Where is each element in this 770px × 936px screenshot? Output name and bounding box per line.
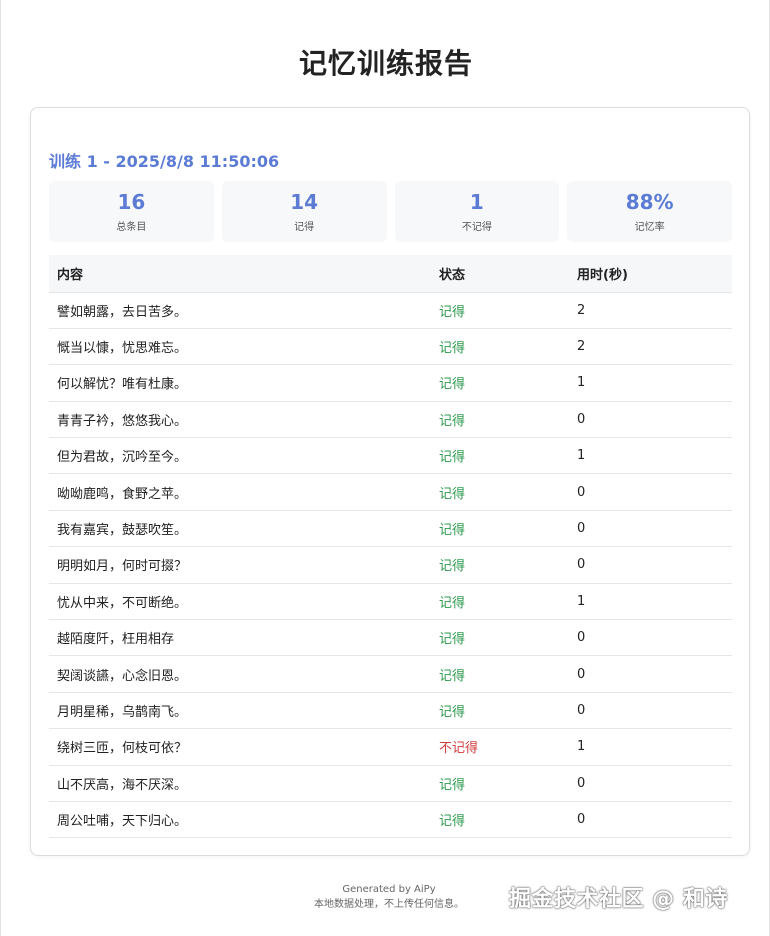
stat-label: 总条目 — [116, 222, 147, 233]
stat-value: 14 — [290, 190, 319, 214]
row-time: 0 — [577, 557, 586, 573]
stat-rate: 88% 记忆率 — [567, 181, 732, 242]
row-time: 2 — [577, 339, 586, 355]
table-row: 呦呦鹿鸣，食野之苹。 记得 0 — [49, 474, 732, 511]
row-status: 不记得 — [439, 741, 479, 757]
row-time: 0 — [577, 702, 586, 718]
row-time: 0 — [577, 484, 586, 500]
row-status: 记得 — [439, 632, 466, 648]
table-row: 契阔谈讌，心念旧恩。 记得 0 — [49, 656, 732, 693]
row-content: 青青子衿，悠悠我心。 — [57, 413, 188, 429]
row-status: 记得 — [439, 704, 466, 720]
row-time: 0 — [577, 775, 586, 791]
header-time: 用时(秒) — [577, 267, 628, 283]
table-row: 月明星稀，乌鹊南飞。 记得 0 — [49, 692, 732, 729]
row-time: 2 — [577, 302, 586, 318]
stat-value: 1 — [469, 190, 484, 214]
row-time: 1 — [577, 448, 586, 464]
row-content: 忧从中来，不可断绝。 — [57, 595, 188, 611]
stat-total: 16 总条目 — [49, 181, 214, 242]
row-status: 记得 — [439, 341, 466, 357]
table-row: 绕树三匝，何枝可依？ 不记得 1 — [49, 729, 732, 766]
row-status: 记得 — [439, 668, 466, 684]
row-content: 越陌度阡，枉用相存 — [57, 632, 175, 648]
row-status: 记得 — [439, 595, 466, 611]
table-header-row: 内容 状态 用时(秒) — [49, 255, 732, 292]
table-row: 越陌度阡，枉用相存 记得 0 — [49, 620, 732, 656]
stat-remembered: 14 记得 — [221, 181, 387, 242]
row-content: 慨当以慷，忧思难忘。 — [57, 341, 188, 357]
table-row: 青青子衿，悠悠我心。 记得 0 — [49, 401, 732, 438]
table-row: 慨当以慷，忧思难忘。 记得 2 — [49, 328, 732, 365]
stats-row: 16 总条目 14 记得 1 不记得 88% 记忆率 — [49, 181, 732, 242]
row-status: 记得 — [439, 814, 466, 830]
row-content: 我有嘉宾，鼓瑟吹笙。 — [57, 523, 188, 539]
table-row: 我有嘉宾，鼓瑟吹笙。 记得 0 — [49, 510, 732, 547]
row-time: 1 — [577, 739, 586, 755]
table-row: 但为君故，沉吟至今。 记得 1 — [49, 438, 732, 474]
row-status: 记得 — [439, 413, 466, 429]
page-title: 记忆训练报告 — [298, 47, 473, 80]
report-page: 记忆训练报告 训练 1 - 2025/8/8 11:50:06 16 总条目 1… — [0, 0, 770, 936]
row-content: 山不厌高，海不厌深。 — [57, 777, 188, 793]
row-content: 譬如朝露，去日苦多。 — [57, 304, 188, 320]
table-row: 譬如朝露，去日苦多。 记得 2 — [49, 292, 732, 329]
table-row: 明明如月，何时可掇？ 记得 0 — [49, 547, 732, 584]
row-time: 0 — [577, 812, 586, 828]
row-time: 0 — [577, 411, 586, 427]
row-content: 周公吐哺，天下归心。 — [57, 814, 188, 830]
row-time: 1 — [577, 375, 586, 391]
stat-label: 不记得 — [461, 222, 492, 233]
row-content: 月明星稀，乌鹊南飞。 — [57, 704, 188, 720]
row-time: 1 — [577, 593, 586, 609]
row-content: 呦呦鹿鸣，食野之苹。 — [57, 486, 188, 502]
row-status: 记得 — [439, 777, 466, 793]
stat-value: 16 — [117, 190, 146, 214]
table-row: 忧从中来，不可断绝。 记得 1 — [49, 583, 732, 620]
header-content: 内容 — [57, 267, 84, 283]
row-status: 记得 — [439, 377, 466, 393]
stat-label: 记得 — [294, 222, 315, 233]
session-title: 训练 1 - 2025/8/8 11:50:06 — [49, 152, 280, 171]
header-status: 状态 — [439, 267, 466, 283]
watermark: 掘金技术社区 @ 和诗 — [509, 887, 728, 912]
row-time: 0 — [577, 666, 586, 682]
table-row: 山不厌高，海不厌深。 记得 0 — [49, 765, 732, 802]
row-time: 0 — [577, 630, 586, 646]
row-content: 何以解忧？唯有杜康。 — [57, 377, 188, 393]
stat-forgotten: 1 不记得 — [394, 181, 560, 242]
session-card: 训练 1 - 2025/8/8 11:50:06 16 总条目 14 记得 1 … — [30, 107, 750, 856]
row-status: 记得 — [439, 304, 466, 320]
stat-label: 记忆率 — [634, 222, 665, 233]
row-content: 明明如月，何时可掇？ — [57, 559, 188, 575]
row-content: 但为君故，沉吟至今。 — [57, 450, 188, 466]
stat-value: 88% — [625, 190, 674, 214]
row-status: 记得 — [439, 523, 466, 539]
row-status: 记得 — [439, 450, 466, 466]
row-content: 绕树三匝，何枝可依？ — [57, 741, 188, 757]
results-table: 内容 状态 用时(秒) 譬如朝露，去日苦多。 记得 2 慨当以慷，忧思难忘。 记得 2 何以… — [49, 255, 732, 838]
row-status: 记得 — [439, 559, 466, 575]
table-row: 何以解忧？唯有杜康。 记得 1 — [49, 365, 732, 402]
row-status: 记得 — [439, 486, 466, 502]
table-row: 周公吐哺，天下归心。 记得 0 — [49, 801, 732, 838]
row-content: 契阔谈讌，心念旧恩。 — [57, 668, 188, 684]
row-time: 0 — [577, 521, 586, 537]
